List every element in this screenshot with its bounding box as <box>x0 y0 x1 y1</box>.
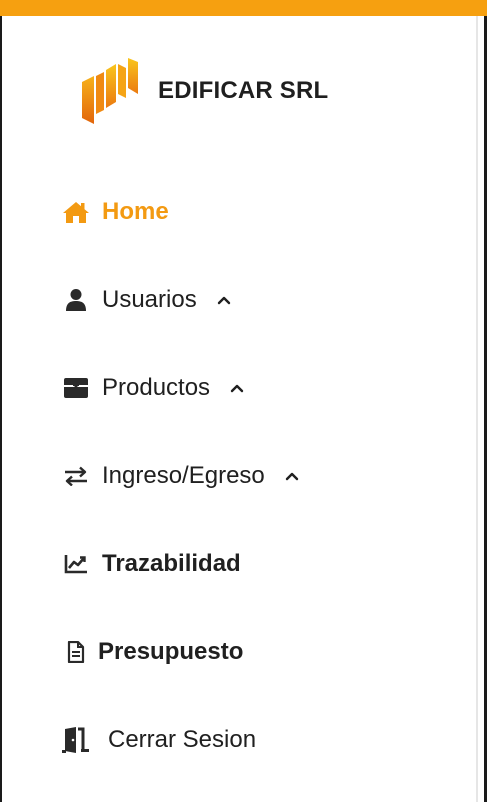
sidebar-item-label: Productos <box>102 374 211 401</box>
left-border <box>0 16 2 802</box>
box-icon <box>58 373 94 403</box>
brand-name: EDIFICAR SRL <box>158 77 329 104</box>
sidebar-item-label: Ingreso/Egreso <box>102 462 265 489</box>
sidebar-item-label: Home <box>102 198 169 225</box>
home-icon <box>58 197 94 227</box>
sidebar-item-cerrar-sesion[interactable]: Cerrar Sesion <box>58 718 256 762</box>
exchange-icon <box>58 461 94 491</box>
sidebar-item-label: Cerrar Sesion <box>108 726 257 753</box>
sidebar-item-label: Presupuesto <box>98 638 244 665</box>
door-exit-icon <box>58 725 94 755</box>
chevron-up-icon[interactable] <box>285 468 301 484</box>
user-icon <box>58 285 94 315</box>
sidebar-item-label: Trazabilidad <box>102 550 241 577</box>
sidebar-item-trazabilidad[interactable]: Trazabilidad <box>58 542 241 586</box>
brand[interactable]: EDIFICAR SRL <box>80 56 328 126</box>
chart-line-icon <box>58 549 94 579</box>
sidebar-item-presupuesto[interactable]: Presupuesto <box>58 630 243 674</box>
sidebar-divider <box>476 16 478 802</box>
chevron-up-icon[interactable] <box>217 292 233 308</box>
sidebar-item-productos[interactable]: Productos <box>58 366 246 410</box>
sidebar-panel: EDIFICAR SRL Home Usuarios Productos Ing… <box>0 0 487 802</box>
document-icon <box>58 637 94 667</box>
sidebar-item-home[interactable]: Home <box>58 190 169 234</box>
sidebar-item-usuarios[interactable]: Usuarios <box>58 278 233 322</box>
chevron-up-icon[interactable] <box>230 380 246 396</box>
sidebar-item-ingreso-egreso[interactable]: Ingreso/Egreso <box>58 454 301 498</box>
building-bars-logo <box>82 58 138 124</box>
top-accent-bar <box>0 0 487 16</box>
sidebar-item-label: Usuarios <box>102 286 197 313</box>
